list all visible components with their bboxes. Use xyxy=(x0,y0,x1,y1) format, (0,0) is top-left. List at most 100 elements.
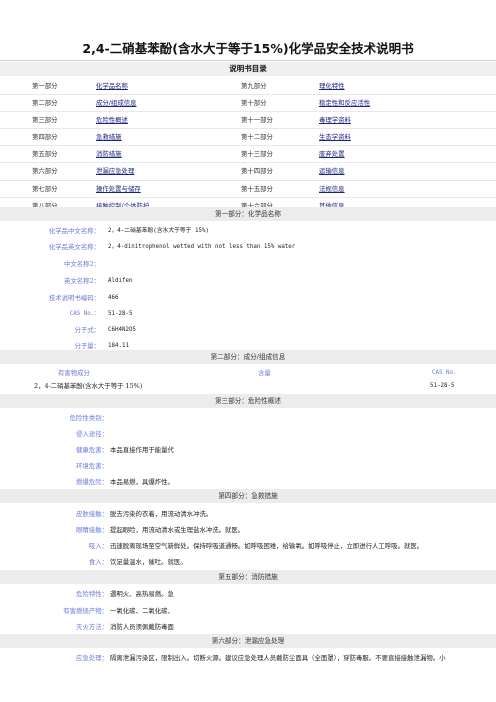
field-row: 环境危害： xyxy=(0,458,496,474)
toc-link-hazards[interactable]: 危险性概述 xyxy=(96,112,241,128)
field-label: CAS No.： xyxy=(69,311,100,317)
toc-part-label: 第一部分 xyxy=(32,82,58,90)
field-value: 2，4-dinitrophenol wetted with not less t… xyxy=(108,244,296,250)
toc-heading: 说明书目录 xyxy=(0,62,496,76)
field-label: 化学品英文名称： xyxy=(48,243,100,251)
table-of-contents: 第一部分 化学品名称 第九部分 理化特性 第二部分 成分/组成信息 第十部分 稳… xyxy=(0,78,496,215)
field-row: 化学品中文名称： 2，4-二硝基苯酚(含水大于等于 15%) xyxy=(0,223,496,239)
field-label: 危险特性： xyxy=(76,590,108,598)
composition-row: 2，4-二硝基苯酚(含水大于等于 15%) 51-28-5 xyxy=(0,379,496,393)
field-row: 健康危害： 本品直接作用于能量代 xyxy=(0,442,496,458)
toc-part-label: 第九部分 xyxy=(241,82,267,90)
toc-link-composition[interactable]: 成分/组成信息 xyxy=(96,95,241,111)
toc-part-label: 第十五部分 xyxy=(241,184,273,193)
toc-link-disposal[interactable]: 废弃处置 xyxy=(319,146,469,162)
field-value: 51-28-5 xyxy=(108,311,133,317)
toc-row: 第六部分 泄漏应急处理 第十四部分 运输信息 xyxy=(0,163,496,181)
field-row: 化学品英文名称： 2，4-dinitrophenol wetted with n… xyxy=(0,239,496,255)
field-value: 饮足量温水，催吐。就医。 xyxy=(110,558,187,566)
field-row: 危险性类别： xyxy=(0,410,496,426)
field-label: 有害燃烧产物： xyxy=(63,607,108,615)
field-label: 吸入： xyxy=(88,542,108,550)
field-row: CAS No.： 51-28-5 xyxy=(0,306,496,322)
field-label: 健康危害： xyxy=(76,446,108,454)
section-heading-hazards: 第三部分：危险性概述 xyxy=(0,394,496,408)
field-row: 燃爆危险： 本品易燃，具爆炸性。 xyxy=(0,474,496,490)
substance-cas: 51-28-5 xyxy=(430,383,455,389)
section-heading-composition: 第二部分：成分/组成信息 xyxy=(0,350,496,364)
field-value: C6H4N2O5 xyxy=(108,327,136,333)
toc-part-label: 第十二部分 xyxy=(241,133,273,142)
field-label: 侵入途径： xyxy=(76,430,108,438)
field-value: 2，4-二硝基苯酚(含水大于等于 15%) xyxy=(108,228,209,234)
toc-row: 第五部分 消防措施 第十三部分 废弃处置 xyxy=(0,146,496,164)
field-label: 危险性类别： xyxy=(69,414,108,422)
toc-link-regulations[interactable]: 法规信息 xyxy=(319,181,469,197)
field-row: 灭火方法： 消防人员须佩戴防毒面 xyxy=(0,619,496,635)
field-label: 分子式： xyxy=(74,326,100,334)
composition-header-row: 有害物成分 含量 CAS No. xyxy=(0,366,496,380)
field-label: 眼睛接触： xyxy=(76,526,108,534)
field-row: 英文名称2： Aldifen xyxy=(0,273,496,289)
toc-link-firefighting[interactable]: 消防措施 xyxy=(96,146,241,162)
field-value: 脱去污染的衣着，用流动清水冲洗。 xyxy=(110,510,213,518)
field-label: 应急处理： xyxy=(76,654,108,662)
field-label: 食入： xyxy=(88,558,108,566)
field-label: 化学品中文名称： xyxy=(48,227,100,235)
field-value: 提起眼睑，用流动清水或生理盐水冲洗。就医。 xyxy=(110,526,245,534)
field-row: 应急处理： 隔离泄漏污染区，限制出入。切断火源。建议应急处理人员戴防尘面具（全面… xyxy=(0,650,496,666)
column-header-cas: CAS No. xyxy=(432,370,457,376)
field-row: 危险特性： 遇明火、高热易燃。急 xyxy=(0,586,496,602)
field-value: Aldifen xyxy=(108,278,133,284)
toc-row: 第四部分 急救措施 第十二部分 生态学资料 xyxy=(0,129,496,147)
field-value: 迅速脱离现场至空气新鲜处。保持呼吸道通畅。如呼吸困难，给输氧。如呼吸停止，立即进… xyxy=(110,542,424,550)
document-title: 2,4-二硝基苯酚(含水大于等于15%)化学品安全技术说明书 xyxy=(82,41,414,56)
field-value: 遇明火、高热易燃。急 xyxy=(110,590,174,598)
field-value: 466 xyxy=(108,295,119,301)
toc-link-transport[interactable]: 运输信息 xyxy=(319,163,469,179)
title-divider xyxy=(0,60,496,61)
toc-row: 第七部分 操作处置与储存 第十五部分 法规信息 xyxy=(0,181,496,198)
field-label: 环境危害： xyxy=(76,462,108,470)
field-label: 燃爆危险： xyxy=(76,478,108,486)
toc-link-toxicology[interactable]: 毒理学资料 xyxy=(319,112,469,128)
field-row: 吸入： 迅速脱离现场至空气新鲜处。保持呼吸道通畅。如呼吸困难，给输氧。如呼吸停止… xyxy=(0,538,496,554)
toc-part-label: 第十一部分 xyxy=(241,116,273,125)
field-row: 中文名称2： xyxy=(0,256,496,272)
toc-part-label: 第五部分 xyxy=(32,150,58,159)
field-value: 本品易燃，具爆炸性。 xyxy=(110,478,174,486)
section-heading-firefighting: 第五部分：消防措施 xyxy=(0,570,496,584)
section-heading-chemical-name: 第一部分：化学品名称 xyxy=(0,207,496,221)
toc-link-first-aid[interactable]: 急救措施 xyxy=(96,129,241,145)
toc-part-label: 第四部分 xyxy=(32,133,58,142)
field-row: 技术说明书编码： 466 xyxy=(0,290,496,306)
column-header-substance: 有害物成分 xyxy=(58,369,90,377)
field-label: 技术说明书编码： xyxy=(48,294,100,302)
field-label: 灭火方法： xyxy=(76,623,108,631)
toc-link-handling-storage[interactable]: 操作处置与储存 xyxy=(96,181,241,197)
substance-name: 2，4-二硝基苯酚(含水大于等于 15%) xyxy=(34,382,143,390)
toc-part-label: 第七部分 xyxy=(32,184,58,193)
toc-link-spill-response[interactable]: 泄漏应急处理 xyxy=(96,163,241,179)
field-label: 中文名称2： xyxy=(63,260,100,268)
field-value: 消防人员须佩戴防毒面 xyxy=(110,623,174,631)
document-page: 2,4-二硝基苯酚(含水大于等于15%)化学品安全技术说明书 说明书目录 第一部… xyxy=(0,0,496,702)
field-row: 有害燃烧产物： 一氧化碳、二氧化碳、 xyxy=(0,603,496,619)
toc-part-label: 第十四部分 xyxy=(241,167,273,176)
toc-link-chemical-name[interactable]: 化学品名称 xyxy=(96,78,241,94)
toc-row: 第三部分 危险性概述 第十一部分 毒理学资料 xyxy=(0,112,496,130)
toc-link-stability[interactable]: 稳定性和反应活性 xyxy=(319,95,469,111)
field-value: 本品直接作用于能量代 xyxy=(110,446,174,454)
field-label: 皮肤接触： xyxy=(76,510,108,518)
toc-part-label: 第六部分 xyxy=(32,167,58,176)
field-row: 眼睛接触： 提起眼睑，用流动清水或生理盐水冲洗。就医。 xyxy=(0,522,496,538)
toc-link-ecology[interactable]: 生态学资料 xyxy=(319,129,469,145)
toc-row: 第二部分 成分/组成信息 第十部分 稳定性和反应活性 xyxy=(0,95,496,113)
field-value: 一氧化碳、二氧化碳、 xyxy=(110,607,174,615)
field-value: 隔离泄漏污染区，限制出入。切断火源。建议应急处理人员戴防尘面具（全面罩），穿防毒… xyxy=(110,654,446,662)
toc-part-label: 第三部分 xyxy=(32,116,58,125)
toc-link-physical-properties[interactable]: 理化特性 xyxy=(319,78,469,94)
section-heading-first-aid: 第四部分：急救措施 xyxy=(0,489,496,503)
field-row: 食入： 饮足量温水，催吐。就医。 xyxy=(0,554,496,570)
field-label: 英文名称2： xyxy=(63,277,100,285)
